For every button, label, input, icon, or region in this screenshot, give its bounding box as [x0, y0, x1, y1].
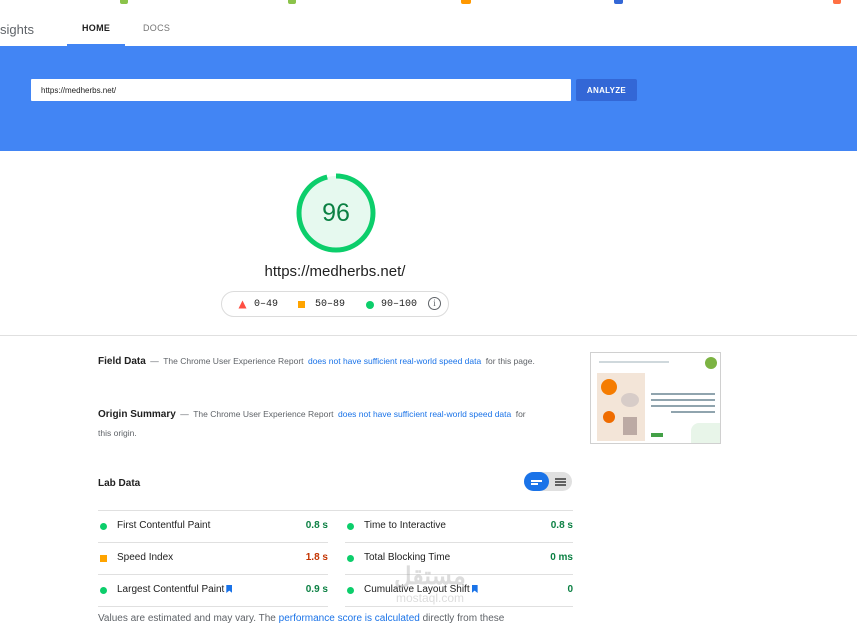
- watermark-latin: mostaql.com: [395, 591, 465, 605]
- origin-summary-dash: —: [180, 409, 189, 419]
- metric-name: First Contentful Paint: [117, 520, 211, 531]
- hero-image: [597, 373, 645, 441]
- watermark-logo: مستقل mostaql.com: [375, 563, 485, 618]
- metric-name: Total Blocking Time: [364, 552, 451, 563]
- bookmarks-bar: [0, 0, 857, 14]
- pass-circle-icon: [100, 523, 107, 530]
- pass-circle-icon: [100, 587, 107, 594]
- metric-value: 0 ms: [550, 552, 573, 563]
- metric-name: Largest Contentful Paint: [117, 584, 233, 595]
- url-input[interactable]: [31, 79, 571, 101]
- metric-value: 0.9 s: [305, 584, 328, 595]
- field-data-title: Field Data: [98, 356, 146, 367]
- origin-summary-section: Origin Summary — The Chrome User Experie…: [98, 404, 538, 442]
- search-banner: ANALYZE: [0, 46, 857, 151]
- score-legend: 0–49 50–89 90–100 i: [221, 291, 449, 317]
- bookmark-icon: [226, 585, 233, 593]
- lab-data-title: Lab Data: [98, 478, 141, 489]
- bookmark-favicon[interactable]: [614, 0, 623, 4]
- site-logo: [705, 357, 717, 369]
- pass-circle-icon: [347, 523, 354, 530]
- tested-url: https://medherbs.net/: [264, 263, 406, 280]
- metric-time-to-interactive: Time to Interactive 0.8 s: [345, 511, 573, 543]
- circle-icon: [366, 301, 374, 309]
- bookmark-favicon[interactable]: [288, 0, 296, 4]
- field-data-text: The Chrome User Experience Report: [163, 356, 304, 366]
- performance-score-link[interactable]: performance score is calculated: [279, 613, 420, 624]
- bookmark-favicon[interactable]: [461, 0, 471, 4]
- field-data-section: Field Data — The Chrome User Experience …: [98, 351, 538, 370]
- toggle-detail-view[interactable]: [554, 472, 572, 491]
- metric-value: 0.8 s: [305, 520, 328, 531]
- product-title: sights: [0, 22, 34, 37]
- pass-circle-icon: [347, 587, 354, 594]
- square-icon: [298, 301, 305, 308]
- bookmark-favicon[interactable]: [833, 0, 841, 4]
- lab-data-footnote: Values are estimated and may vary. The p…: [98, 613, 504, 624]
- top-navigation: sights HOME DOCS: [0, 13, 857, 46]
- metric-name: Time to Interactive: [364, 520, 446, 531]
- pass-circle-icon: [347, 555, 354, 562]
- metric-value: 0.8 s: [550, 520, 573, 531]
- tab-home[interactable]: HOME: [82, 23, 110, 33]
- metric-value: 0: [567, 584, 573, 595]
- legend-pass-range: 90–100: [381, 299, 418, 310]
- performance-score: 96: [322, 199, 350, 227]
- origin-summary-link[interactable]: does not have sufficient real-world spee…: [338, 409, 511, 419]
- metric-name-text: Largest Contentful Paint: [117, 584, 225, 595]
- metric-speed-index: Speed Index 1.8 s: [98, 543, 328, 575]
- section-divider: [0, 335, 857, 336]
- footnote-text: Values are estimated and may vary. The: [98, 613, 276, 624]
- field-data-link[interactable]: does not have sufficient real-world spee…: [308, 356, 481, 366]
- metrics-view-toggle[interactable]: [524, 472, 572, 491]
- field-data-dash: —: [150, 356, 159, 366]
- info-icon[interactable]: i: [428, 297, 441, 310]
- origin-summary-title: Origin Summary: [98, 409, 176, 420]
- page-screenshot-thumbnail: [590, 352, 721, 444]
- footnote-text-end: directly from these: [422, 613, 505, 624]
- analyze-button[interactable]: ANALYZE: [576, 79, 637, 101]
- tab-docs[interactable]: DOCS: [143, 23, 170, 33]
- metric-value: 1.8 s: [305, 552, 328, 563]
- legend-fail-range: 0–49: [254, 299, 279, 310]
- average-square-icon: [100, 555, 107, 562]
- metric-largest-contentful-paint: Largest Contentful Paint 0.9 s: [98, 575, 328, 607]
- legend-average-range: 50–89: [315, 299, 346, 310]
- metric-name: Speed Index: [117, 552, 174, 563]
- origin-summary-text: The Chrome User Experience Report: [193, 409, 334, 419]
- metric-first-contentful-paint: First Contentful Paint 0.8 s: [98, 511, 328, 543]
- field-data-text-end: for this page.: [485, 356, 535, 366]
- watermark-arabic: مستقل: [394, 563, 466, 590]
- bookmark-favicon[interactable]: [120, 0, 128, 4]
- triangle-icon: [238, 300, 247, 309]
- toggle-list-view[interactable]: [524, 472, 549, 491]
